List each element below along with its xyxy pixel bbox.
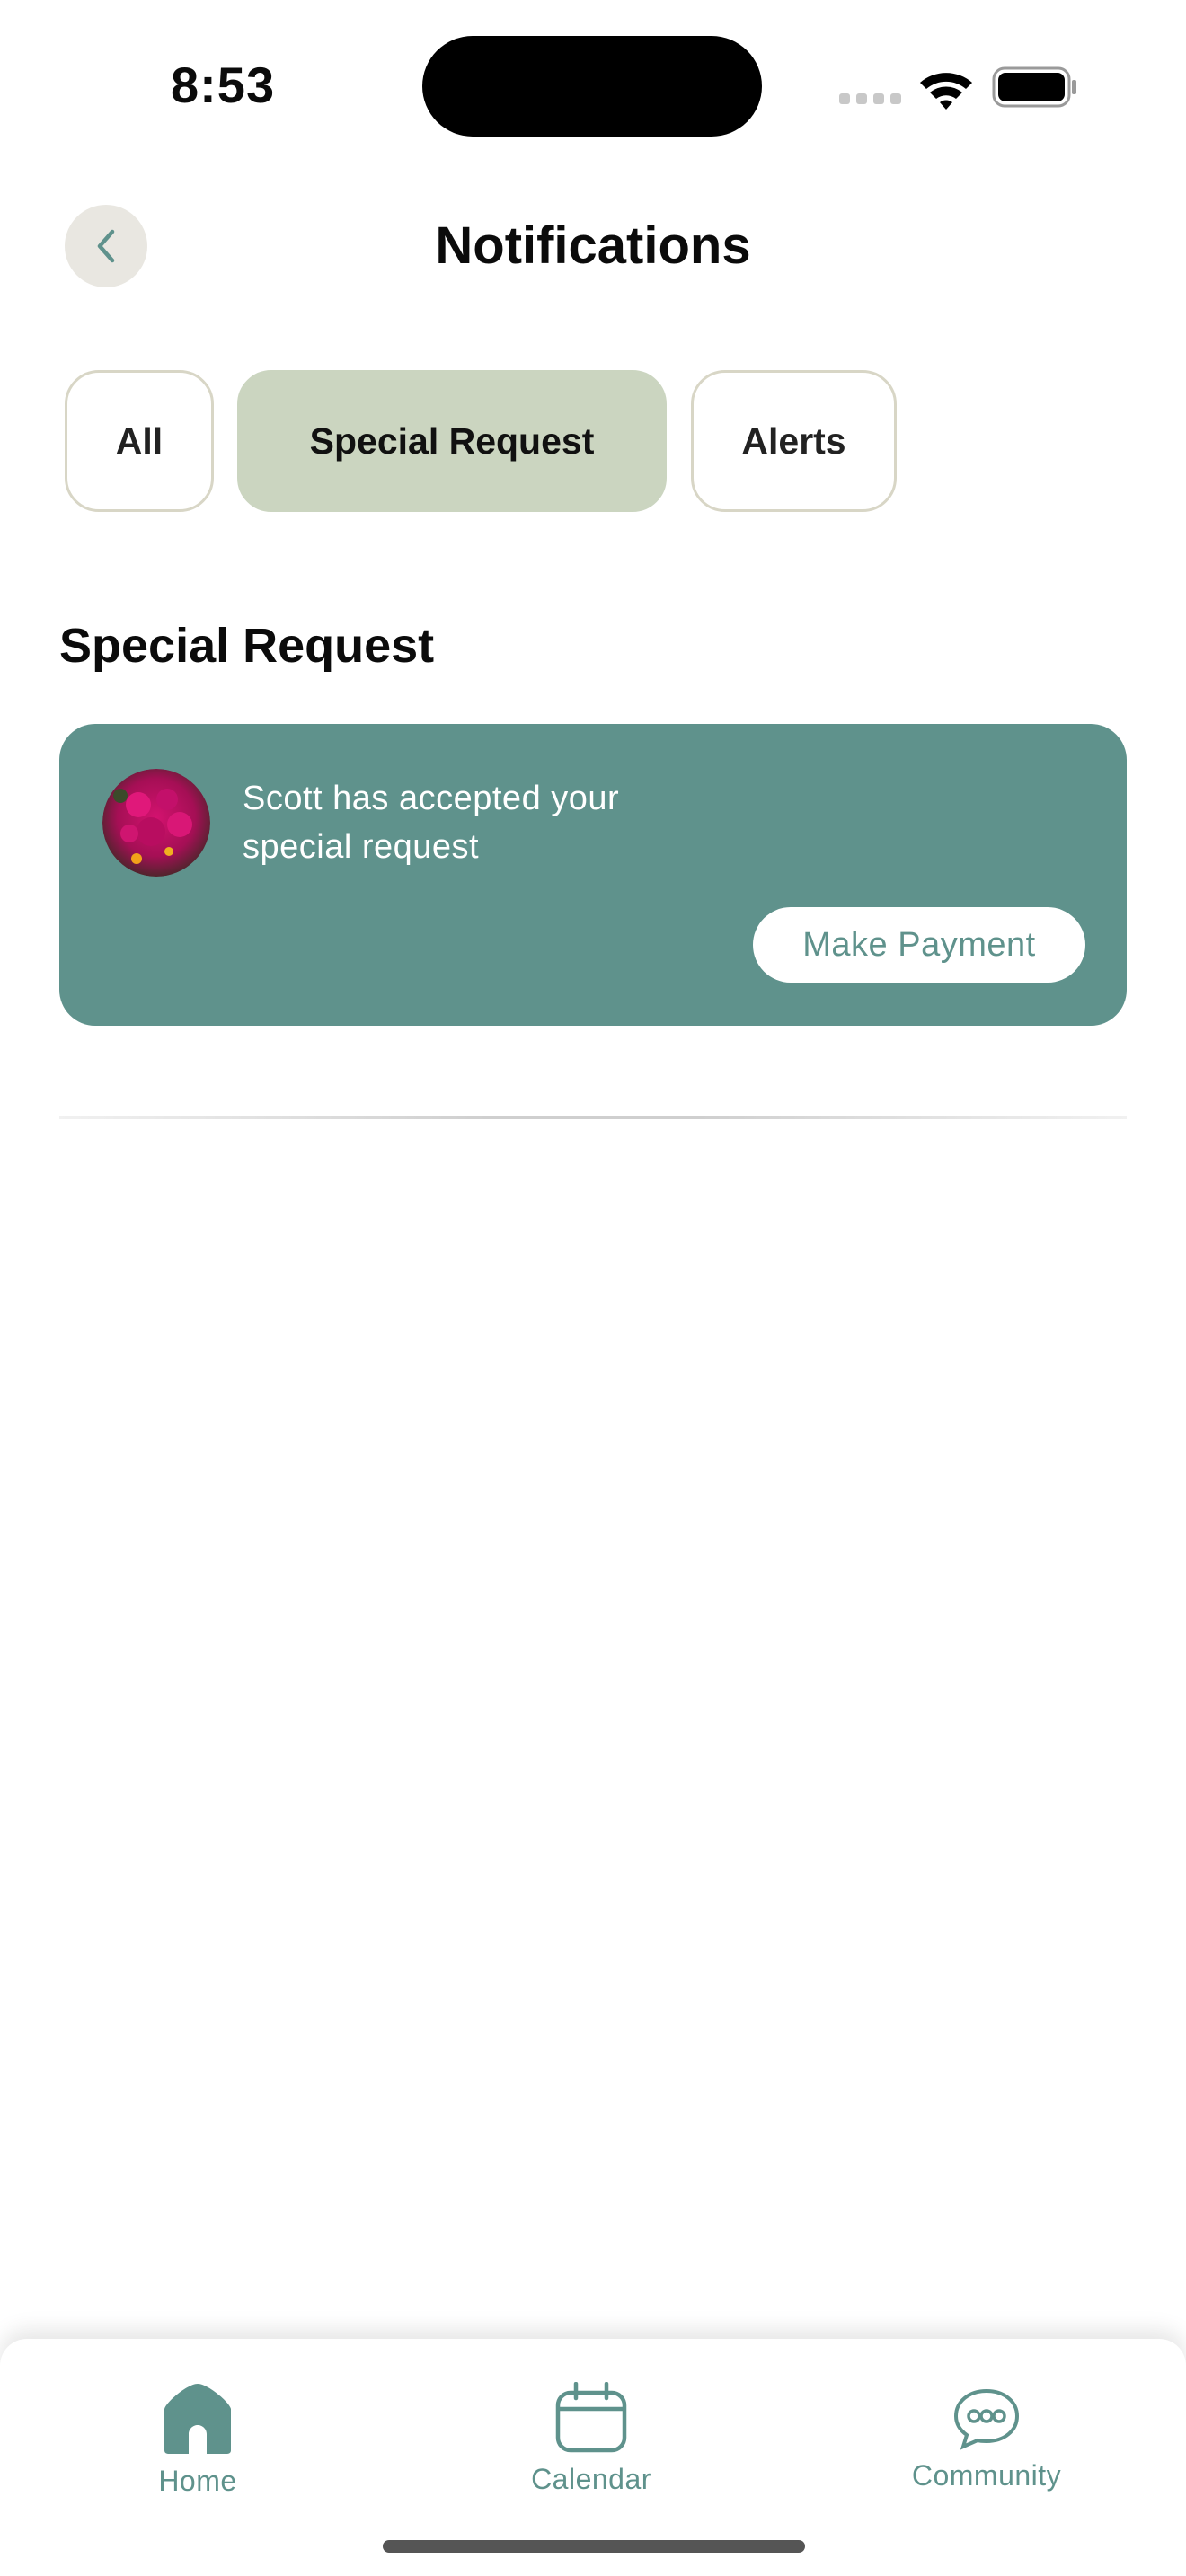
chat-icon — [953, 2388, 1020, 2450]
notification-message: Scott has accepted your special request — [243, 780, 620, 866]
nav-label-calendar: Calendar — [531, 2463, 651, 2495]
avatar — [102, 769, 210, 877]
make-payment-button[interactable]: Make Payment — [753, 907, 1085, 983]
calendar-icon — [555, 2382, 627, 2453]
home-icon — [164, 2384, 231, 2454]
home-indicator — [383, 2540, 805, 2553]
cellular-signal-icon — [839, 93, 902, 106]
dynamic-island — [422, 36, 762, 137]
tab-special-request[interactable]: Special Request — [237, 370, 667, 512]
section-title: Special Request — [59, 619, 435, 673]
nav-item-community[interactable]: Community — [852, 2339, 1121, 2536]
page-title: Notifications — [435, 216, 751, 275]
wifi-icon — [920, 73, 972, 110]
battery-icon — [992, 66, 1076, 108]
tab-alerts[interactable]: Alerts — [691, 370, 897, 512]
tab-all[interactable]: All — [65, 370, 214, 512]
status-time: 8:53 — [171, 57, 276, 113]
nav-item-home[interactable]: Home — [63, 2339, 332, 2536]
nav-label-home: Home — [158, 2465, 237, 2497]
nav-item-calendar[interactable]: Calendar — [456, 2339, 726, 2536]
notification-card: Scott has accepted your special request … — [59, 724, 1127, 1026]
nav-label-community: Community — [911, 2459, 1062, 2492]
divider — [59, 1116, 1127, 1119]
